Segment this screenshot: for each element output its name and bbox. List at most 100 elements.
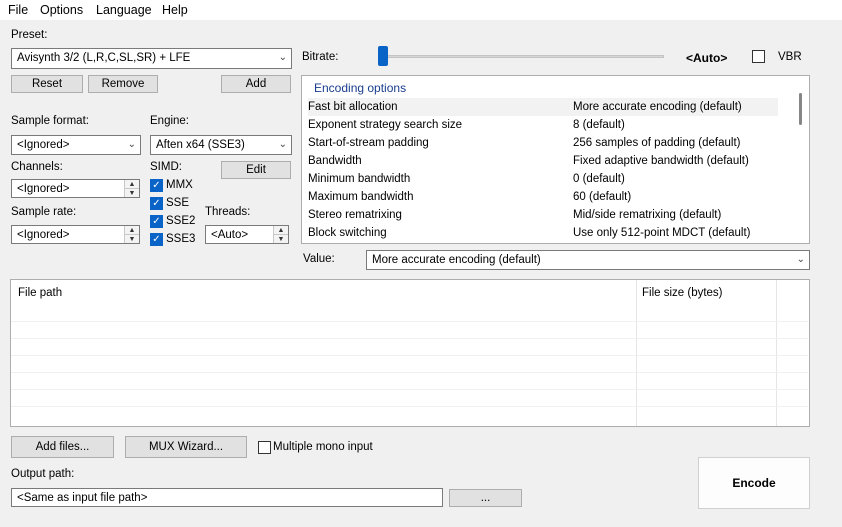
spin-up-icon[interactable]: ▲: [125, 226, 139, 235]
threads-value: <Auto>: [211, 229, 249, 241]
sample-rate-label: Sample rate:: [11, 206, 77, 218]
remove-button[interactable]: Remove: [88, 75, 158, 93]
spin-down-icon[interactable]: ▼: [125, 189, 139, 198]
list-item: [11, 322, 808, 339]
encoding-option-value: Use only 512-point MDCT (default): [573, 227, 751, 239]
encoding-option-row[interactable]: Fast bit allocation More accurate encodin…: [308, 98, 778, 116]
mmx-label: MMX: [166, 179, 193, 191]
scrollbar-thumb[interactable]: [799, 93, 802, 125]
add-files-button[interactable]: Add files...: [11, 436, 114, 458]
encoding-option-row[interactable]: Minimum bandwidth 0 (default): [308, 170, 778, 188]
chevron-down-icon: ⌄: [127, 139, 136, 150]
bitrate-value: <Auto>: [686, 51, 728, 65]
channels-spin-buttons[interactable]: ▲ ▼: [124, 180, 139, 197]
list-item: [11, 373, 808, 390]
multiple-mono-checkbox[interactable]: [258, 441, 271, 454]
encoding-options-scrollbar[interactable]: [792, 76, 809, 243]
encoding-option-name: Stereo rematrixing: [308, 209, 402, 221]
sse3-checkbox[interactable]: ✓: [150, 233, 163, 246]
file-list[interactable]: File path File size (bytes): [10, 279, 810, 427]
sample-format-combo[interactable]: <Ignored> ⌄: [11, 135, 141, 155]
encoding-option-name: Maximum bandwidth: [308, 191, 414, 203]
sample-rate-value: <Ignored>: [17, 229, 70, 241]
encoding-option-value: 8 (default): [573, 119, 625, 131]
preset-combo[interactable]: Avisynth 3/2 (L,R,C,SL,SR) + LFE ⌄: [11, 48, 292, 69]
engine-combo[interactable]: Aften x64 (SSE3) ⌄: [150, 135, 292, 155]
encoding-option-row[interactable]: Start-of-stream padding 256 samples of pa…: [308, 134, 778, 152]
encoding-option-name: Minimum bandwidth: [308, 173, 411, 185]
mmx-checkbox[interactable]: ✓: [150, 179, 163, 192]
chevron-down-icon: ⌄: [796, 254, 805, 265]
preset-label: Preset:: [11, 29, 48, 41]
output-path-input[interactable]: <Same as input file path>: [11, 488, 443, 507]
bitrate-slider-track[interactable]: [380, 55, 664, 58]
encoding-option-value: Mid/side rematrixing (default): [573, 209, 722, 221]
encoding-option-value: More accurate encoding (default): [573, 101, 742, 113]
reset-button[interactable]: Reset: [11, 75, 83, 93]
sse2-checkbox[interactable]: ✓: [150, 215, 163, 228]
mux-wizard-button[interactable]: MUX Wizard...: [125, 436, 247, 458]
value-selected: More accurate encoding (default): [372, 254, 541, 266]
sample-rate-spin-buttons[interactable]: ▲ ▼: [124, 226, 139, 243]
spin-down-icon[interactable]: ▼: [125, 235, 139, 244]
encoding-option-name: Fast bit allocation: [308, 101, 398, 113]
output-path-label: Output path:: [11, 468, 75, 480]
value-combo[interactable]: More accurate encoding (default) ⌄: [366, 250, 810, 270]
encode-button[interactable]: Encode: [698, 457, 810, 509]
encoding-option-name: Start-of-stream padding: [308, 137, 429, 149]
spin-down-icon[interactable]: ▼: [274, 235, 288, 244]
channels-label: Channels:: [11, 161, 63, 173]
encoding-option-row[interactable]: Maximum bandwidth 60 (default): [308, 188, 778, 206]
output-path-value: <Same as input file path>: [17, 492, 148, 504]
bitrate-slider-thumb[interactable]: [378, 46, 388, 66]
threads-spinner[interactable]: <Auto> ▲ ▼: [205, 225, 289, 244]
encoding-option-row[interactable]: Stereo rematrixing Mid/side rematrixing (…: [308, 206, 778, 224]
vbr-checkbox[interactable]: [752, 50, 765, 63]
simd-label: SIMD:: [150, 161, 182, 173]
channels-value: <Ignored>: [17, 183, 70, 195]
engine-label: Engine:: [150, 115, 190, 127]
sse-checkbox[interactable]: ✓: [150, 197, 163, 210]
multiple-mono-label: Multiple mono input: [273, 441, 373, 453]
encoding-option-value: Fixed adaptive bandwidth (default): [573, 155, 749, 167]
encoding-option-name: Block switching: [308, 227, 387, 239]
vbr-label: VBR: [778, 51, 802, 63]
encoding-options-panel: Encoding options Fast bit allocation More…: [301, 75, 810, 244]
encoding-option-row[interactable]: Exponent strategy search size 8 (default): [308, 116, 778, 134]
encoding-option-name: Exponent strategy search size: [308, 119, 463, 131]
engine-value: Aften x64 (SSE3): [156, 139, 245, 151]
encoding-option-name: Bandwidth: [308, 155, 362, 167]
sample-format-label: Sample format:: [11, 115, 89, 127]
chevron-down-icon: ⌄: [278, 139, 287, 150]
sample-rate-spinner[interactable]: <Ignored> ▲ ▼: [11, 225, 140, 244]
add-preset-button[interactable]: Add: [221, 75, 291, 93]
menu-language[interactable]: Language: [96, 3, 152, 17]
threads-spin-buttons[interactable]: ▲ ▼: [273, 226, 288, 243]
value-label: Value:: [303, 253, 335, 265]
list-item: [11, 305, 808, 322]
file-size-header[interactable]: File size (bytes): [642, 287, 723, 299]
file-path-header[interactable]: File path: [18, 287, 62, 299]
browse-button[interactable]: ...: [449, 489, 522, 507]
encoding-option-row[interactable]: Bandwidth Fixed adaptive bandwidth (defau…: [308, 152, 778, 170]
sse-label: SSE: [166, 197, 190, 209]
encoding-option-row[interactable]: Block switching Use only 512-point MDCT (…: [308, 224, 778, 242]
list-item: [11, 356, 808, 373]
menu-file[interactable]: File: [8, 3, 28, 17]
edit-engine-button[interactable]: Edit: [221, 161, 291, 179]
preset-value: Avisynth 3/2 (L,R,C,SL,SR) + LFE: [17, 52, 191, 64]
menu-bar: File Options Language Help: [0, 0, 842, 20]
encoding-option-value: 256 samples of padding (default): [573, 137, 741, 149]
threads-label: Threads:: [205, 206, 251, 218]
menu-help[interactable]: Help: [162, 3, 188, 17]
menu-options[interactable]: Options: [40, 3, 83, 17]
channels-spinner[interactable]: <Ignored> ▲ ▼: [11, 179, 140, 198]
chevron-down-icon: ⌄: [278, 52, 287, 63]
spin-up-icon[interactable]: ▲: [274, 226, 288, 235]
sample-format-value: <Ignored>: [17, 139, 70, 151]
spin-up-icon[interactable]: ▲: [125, 180, 139, 189]
bitrate-label: Bitrate:: [302, 51, 339, 63]
encoding-option-value: 60 (default): [573, 191, 632, 203]
list-item: [11, 390, 808, 407]
encoding-option-value: 0 (default): [573, 173, 625, 185]
